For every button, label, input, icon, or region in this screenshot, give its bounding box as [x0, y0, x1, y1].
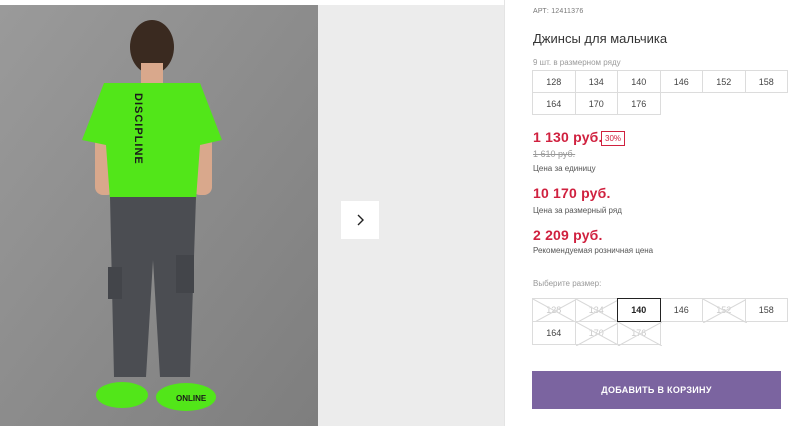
product-gallery: DISCIPLINE ONLINE: [0, 5, 504, 426]
unavailable-cross-icon: [618, 322, 662, 346]
size-selector: 128 134 140 146 152 158 164 170 176: [532, 298, 788, 346]
size-option[interactable]: 146: [659, 298, 703, 322]
size-row-cell: 128: [532, 70, 576, 93]
size-row-cell: 164: [532, 92, 576, 115]
product-title: Джинсы для мальчика: [533, 31, 668, 46]
retail-price: 2 209 руб.: [533, 227, 603, 243]
size-option-unavailable[interactable]: 176: [617, 321, 662, 346]
old-price: 1 610 руб.: [533, 149, 576, 159]
unit-price: 1 130 руб.: [533, 129, 603, 145]
size-row-cell: 158: [744, 70, 788, 93]
unavailable-cross-icon: [575, 322, 620, 346]
size-option[interactable]: 158: [744, 298, 788, 322]
size-option[interactable]: 164: [532, 321, 576, 345]
size-option-unavailable[interactable]: 170: [574, 321, 620, 346]
article-number: АРТ: 12411376: [533, 8, 584, 15]
size-row-grid: 128 134 140 146 152 158 164 170 176: [532, 70, 788, 115]
size-row-cell: 170: [574, 92, 618, 115]
chevron-right-icon: [357, 214, 364, 226]
size-row-cell: 140: [617, 70, 661, 93]
product-photo: DISCIPLINE ONLINE: [0, 5, 318, 426]
size-option-selected[interactable]: 140: [617, 298, 661, 322]
shirt-print: DISCIPLINE: [132, 93, 144, 165]
retail-price-caption: Рекомендуемая розничная цена: [533, 246, 654, 255]
size-row-cell: 146: [659, 70, 703, 93]
size-row-cell: 176: [617, 92, 661, 115]
unavailable-cross-icon: [575, 299, 620, 323]
size-option-unavailable[interactable]: 128: [532, 298, 577, 323]
row-price-caption: Цена за размерный ряд: [533, 206, 622, 215]
next-image-button[interactable]: [341, 201, 379, 239]
unavailable-cross-icon: [703, 299, 747, 323]
add-to-cart-button[interactable]: ДОБАВИТЬ В КОРЗИНУ: [532, 371, 781, 409]
size-row-cell: 152: [702, 70, 746, 93]
panel-divider: [504, 0, 505, 426]
size-row-cell: 134: [574, 70, 618, 93]
size-option-unavailable[interactable]: 134: [574, 298, 620, 323]
discount-badge: 30%: [601, 131, 626, 146]
shoe-print: ONLINE: [176, 394, 207, 403]
row-price: 10 170 руб.: [533, 185, 611, 201]
unit-price-caption: Цена за единицу: [533, 164, 596, 173]
size-row-note: 9 шт. в размерном ряду: [533, 58, 621, 67]
unavailable-cross-icon: [533, 299, 577, 323]
size-option-unavailable[interactable]: 152: [702, 298, 747, 323]
choose-size-label: Выберите размер:: [533, 279, 602, 288]
